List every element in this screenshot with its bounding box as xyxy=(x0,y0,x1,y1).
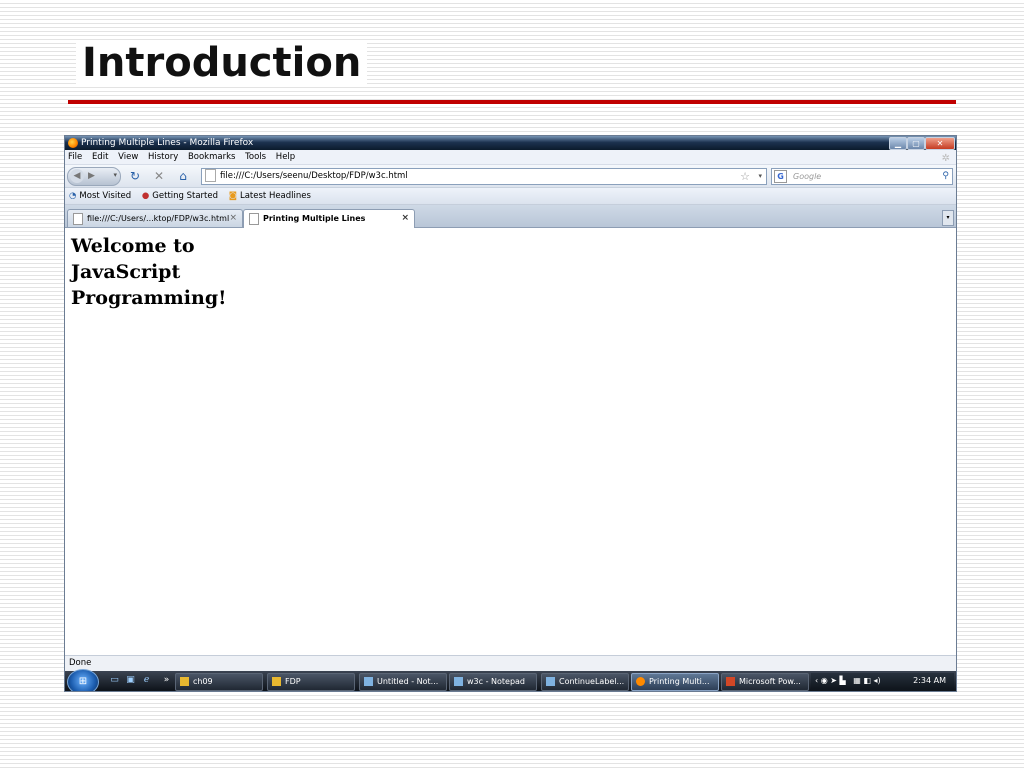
system-tray: ‹ ◉ ➤ ▙ ▦ ◧ ◂) 2:34 AM xyxy=(811,673,954,689)
tab-w3c-file[interactable]: file:///C:/Users/...ktop/FDP/w3c.html × xyxy=(67,209,243,227)
bookmark-star-icon[interactable]: ☆ xyxy=(740,169,750,184)
firefox-icon xyxy=(636,677,645,686)
url-text: file:///C:/Users/seenu/Desktop/FDP/w3c.h… xyxy=(220,171,408,181)
quicklaunch-overflow-icon[interactable]: » xyxy=(161,675,172,686)
getting-started-icon: ● xyxy=(141,191,150,201)
search-icon[interactable]: ⚲ xyxy=(942,169,949,184)
switch-windows-icon[interactable]: ▣ xyxy=(125,675,136,686)
tab-list-button[interactable]: ▾ xyxy=(942,210,954,226)
page-icon xyxy=(205,169,216,182)
tab-bar: file:///C:/Users/...ktop/FDP/w3c.html × … xyxy=(65,205,956,228)
notepad-icon xyxy=(364,677,373,686)
rss-icon: ◙ xyxy=(228,191,237,201)
taskbar-label: Microsoft Pow... xyxy=(739,677,801,686)
taskbar-label: w3c - Notepad xyxy=(467,677,525,686)
taskbar-item-continuelabel[interactable]: ContinueLabel... xyxy=(541,673,629,691)
menu-help[interactable]: Help xyxy=(276,150,295,164)
taskbar-item-w3c-notepad[interactable]: w3c - Notepad xyxy=(449,673,537,691)
bookmark-label: Most Visited xyxy=(79,191,132,201)
search-input[interactable]: G Google ⚲ xyxy=(771,168,953,185)
folder-icon xyxy=(272,677,281,686)
tab-close-icon[interactable]: × xyxy=(229,210,237,227)
home-icon[interactable]: ⌂ xyxy=(175,168,191,184)
stop-icon[interactable]: ✕ xyxy=(151,168,167,184)
taskbar-label: ContinueLabel... xyxy=(559,677,625,686)
minimize-button[interactable]: ▁ xyxy=(889,137,907,150)
navigation-toolbar: ◀ ▶ ▾ ↻ ✕ ⌂ file:///C:/Users/seenu/Deskt… xyxy=(65,165,956,188)
heading-line-3: Programming! xyxy=(71,287,227,309)
url-dropdown-icon[interactable]: ▾ xyxy=(758,169,762,184)
most-visited-icon: ◔ xyxy=(69,191,77,201)
browser-screenshot: Printing Multiple Lines - Mozilla Firefo… xyxy=(64,135,957,692)
tab-label: Printing Multiple Lines xyxy=(263,214,366,223)
tab-close-icon[interactable]: × xyxy=(401,210,409,227)
taskbar-item-untitled-notepad[interactable]: Untitled - Not... xyxy=(359,673,447,691)
bookmark-label: Getting Started xyxy=(152,191,219,201)
page-icon xyxy=(73,212,83,225)
firefox-icon xyxy=(68,138,78,148)
page-content: Welcome to JavaScript Programming! xyxy=(65,228,956,655)
tab-printing-multiple-lines[interactable]: Printing Multiple Lines × xyxy=(243,209,415,228)
menu-tools[interactable]: Tools xyxy=(245,150,266,164)
taskbar-label: FDP xyxy=(285,677,301,686)
title-rule xyxy=(68,100,956,104)
menu-history[interactable]: History xyxy=(148,150,178,164)
menu-edit[interactable]: Edit xyxy=(92,150,108,164)
taskbar-item-fdp[interactable]: FDP xyxy=(267,673,355,691)
search-placeholder: Google xyxy=(793,172,822,181)
status-bar: Done xyxy=(65,655,956,671)
menu-file[interactable]: File xyxy=(68,150,82,164)
bookmark-label: Latest Headlines xyxy=(239,191,311,201)
bookmark-getting-started[interactable]: ● Getting Started xyxy=(142,188,218,204)
tray-icons[interactable]: ‹ ◉ ➤ ▙ ▦ ◧ ◂) xyxy=(815,673,881,689)
taskbar-label: ch09 xyxy=(193,677,213,686)
menu-bookmarks[interactable]: Bookmarks xyxy=(188,150,236,164)
internet-explorer-icon[interactable]: ℯ xyxy=(141,675,152,686)
taskbar-label: Printing Multi... xyxy=(649,677,710,686)
bookmark-most-visited[interactable]: ◔ Most Visited xyxy=(69,188,131,204)
start-button[interactable]: ⊞ xyxy=(67,669,99,691)
menu-view[interactable]: View xyxy=(118,150,138,164)
powerpoint-icon xyxy=(726,677,735,686)
taskbar-item-printing-multi[interactable]: Printing Multi... xyxy=(631,673,719,691)
history-dropdown-icon[interactable]: ▾ xyxy=(113,171,117,179)
slide-title: Introduction xyxy=(76,40,368,86)
notepad-icon xyxy=(546,677,555,686)
url-bar[interactable]: file:///C:/Users/seenu/Desktop/FDP/w3c.h… xyxy=(201,168,767,185)
back-forward-group: ◀ ▶ ▾ xyxy=(67,167,121,186)
forward-button[interactable]: ▶ xyxy=(88,171,108,181)
throbber-icon: ✲ xyxy=(941,153,950,164)
taskbar-item-ch09[interactable]: ch09 xyxy=(175,673,263,691)
window-titlebar[interactable]: Printing Multiple Lines - Mozilla Firefo… xyxy=(65,136,956,150)
bookmark-latest-headlines[interactable]: ◙ Latest Headlines xyxy=(229,188,311,204)
clock[interactable]: 2:34 AM xyxy=(913,673,946,689)
bookmarks-toolbar: ◔ Most Visited ● Getting Started ◙ Latest H… xyxy=(65,188,956,205)
google-engine-icon[interactable]: G xyxy=(774,170,787,183)
heading-line-2: JavaScript xyxy=(71,261,181,283)
heading-line-1: Welcome to xyxy=(71,235,195,257)
windows-taskbar: ⊞ ▭ ▣ ℯ » ch09 FDP Untitled - Not... w3c… xyxy=(65,669,956,691)
taskbar-label: Untitled - Not... xyxy=(377,677,439,686)
window-title: Printing Multiple Lines - Mozilla Firefo… xyxy=(81,138,254,148)
tab-label: file:///C:/Users/...ktop/FDP/w3c.html xyxy=(87,214,230,223)
folder-icon xyxy=(180,677,189,686)
reload-icon[interactable]: ↻ xyxy=(127,168,143,184)
page-heading: Welcome to JavaScript Programming! xyxy=(71,233,271,311)
status-text: Done xyxy=(69,658,92,668)
close-button[interactable]: ✕ xyxy=(925,137,955,150)
maximize-button[interactable]: ▢ xyxy=(907,137,925,150)
notepad-icon xyxy=(454,677,463,686)
menu-bar: File Edit View History Bookmarks Tools H… xyxy=(65,150,956,165)
back-button[interactable]: ◀ xyxy=(70,169,84,183)
page-icon xyxy=(249,212,259,225)
taskbar-item-microsoft-powerpoint[interactable]: Microsoft Pow... xyxy=(721,673,809,691)
show-desktop-icon[interactable]: ▭ xyxy=(109,675,120,686)
